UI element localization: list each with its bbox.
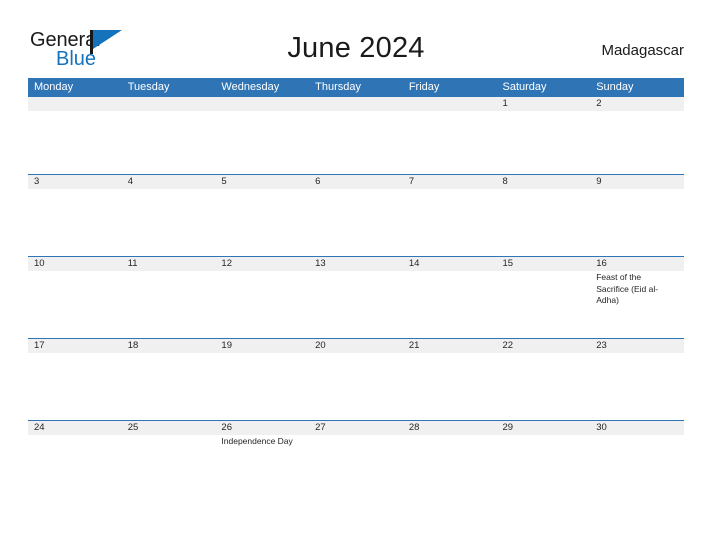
day-number[interactable]: 2 bbox=[590, 97, 684, 111]
day-number[interactable]: 26 bbox=[215, 421, 309, 435]
day-number[interactable]: 29 bbox=[497, 421, 591, 435]
day-number-band: 17 18 19 20 21 22 23 bbox=[28, 339, 684, 353]
weekday-sunday: Sunday bbox=[596, 81, 634, 93]
day-number[interactable]: 12 bbox=[215, 257, 309, 271]
weekday-tuesday: Tuesday bbox=[127, 81, 170, 93]
day-number[interactable]: 21 bbox=[403, 339, 497, 353]
event-band bbox=[28, 189, 684, 256]
day-number[interactable]: 6 bbox=[309, 175, 403, 189]
week-row: 3 4 5 6 7 8 9 bbox=[28, 174, 684, 256]
day-event bbox=[309, 271, 403, 338]
day-number[interactable]: 3 bbox=[28, 175, 122, 189]
event-band: Feast of the Sacrifice (Eid al-Adha) bbox=[28, 271, 684, 338]
day-number[interactable]: 13 bbox=[309, 257, 403, 271]
day-number[interactable]: 30 bbox=[590, 421, 684, 435]
day-event bbox=[403, 189, 497, 256]
day-number[interactable]: 24 bbox=[28, 421, 122, 435]
event-band: Independence Day bbox=[28, 435, 684, 461]
day-number[interactable]: 17 bbox=[28, 339, 122, 353]
day-event bbox=[590, 435, 684, 461]
day-number[interactable]: 23 bbox=[590, 339, 684, 353]
weekday-monday: Monday bbox=[34, 81, 74, 93]
day-event bbox=[497, 435, 591, 461]
day-number[interactable] bbox=[309, 97, 403, 111]
day-number-band: 24 25 26 27 28 29 30 bbox=[28, 421, 684, 435]
day-number[interactable]: 18 bbox=[122, 339, 216, 353]
day-event bbox=[590, 189, 684, 256]
event-band bbox=[28, 111, 684, 174]
day-event-independence-day: Independence Day bbox=[221, 436, 293, 446]
day-event bbox=[497, 353, 591, 420]
page-header: General Blue June 2024 Madagascar bbox=[0, 0, 712, 75]
day-number[interactable]: 7 bbox=[403, 175, 497, 189]
weekday-wednesday: Wednesday bbox=[221, 81, 280, 93]
day-event bbox=[590, 111, 684, 174]
day-number[interactable]: 8 bbox=[497, 175, 591, 189]
weekday-header-row: Monday Tuesday Wednesday Thursday Friday… bbox=[28, 78, 684, 96]
day-number[interactable]: 22 bbox=[497, 339, 591, 353]
day-number[interactable]: 16 bbox=[590, 257, 684, 271]
day-event bbox=[28, 111, 122, 174]
country-label: Madagascar bbox=[601, 42, 684, 59]
day-event bbox=[215, 111, 309, 174]
day-event bbox=[215, 189, 309, 256]
day-event-eid-al-adha: Feast of the Sacrifice (Eid al-Adha) bbox=[596, 272, 659, 305]
day-event bbox=[28, 353, 122, 420]
day-number[interactable]: 27 bbox=[309, 421, 403, 435]
day-event bbox=[28, 189, 122, 256]
week-row: 24 25 26 27 28 29 30 Independence Day bbox=[28, 420, 684, 461]
day-number[interactable]: 19 bbox=[215, 339, 309, 353]
day-number[interactable] bbox=[28, 97, 122, 111]
calendar-grid: Monday Tuesday Wednesday Thursday Friday… bbox=[28, 78, 684, 461]
day-event bbox=[215, 271, 309, 338]
day-number[interactable]: 25 bbox=[122, 421, 216, 435]
day-event bbox=[403, 353, 497, 420]
day-event bbox=[403, 111, 497, 174]
day-number-band: 3 4 5 6 7 8 9 bbox=[28, 175, 684, 189]
day-number[interactable]: 14 bbox=[403, 257, 497, 271]
week-row: 17 18 19 20 21 22 23 bbox=[28, 338, 684, 420]
day-event bbox=[309, 435, 403, 461]
day-event bbox=[122, 435, 216, 461]
day-number[interactable]: 20 bbox=[309, 339, 403, 353]
weekday-friday: Friday bbox=[408, 81, 440, 93]
day-number[interactable]: 5 bbox=[215, 175, 309, 189]
day-number[interactable] bbox=[403, 97, 497, 111]
day-event bbox=[309, 111, 403, 174]
day-event bbox=[122, 111, 216, 174]
day-number[interactable]: 28 bbox=[403, 421, 497, 435]
day-number[interactable] bbox=[215, 97, 309, 111]
day-event bbox=[590, 353, 684, 420]
day-event bbox=[215, 353, 309, 420]
week-row: 10 11 12 13 14 15 16 Feast of the Sacrif… bbox=[28, 256, 684, 338]
day-event bbox=[497, 111, 591, 174]
day-number[interactable]: 11 bbox=[122, 257, 216, 271]
day-number[interactable]: 4 bbox=[122, 175, 216, 189]
day-event bbox=[497, 271, 591, 338]
day-number[interactable] bbox=[122, 97, 216, 111]
day-event bbox=[122, 353, 216, 420]
event-band bbox=[28, 353, 684, 420]
day-number[interactable]: 15 bbox=[497, 257, 591, 271]
day-event bbox=[309, 189, 403, 256]
day-event bbox=[403, 271, 497, 338]
weekday-saturday: Saturday bbox=[502, 81, 547, 93]
day-event bbox=[28, 435, 122, 461]
day-number[interactable]: 1 bbox=[497, 97, 591, 111]
day-event bbox=[122, 271, 216, 338]
week-row: 1 2 bbox=[28, 96, 684, 174]
day-number-band: 1 2 bbox=[28, 97, 684, 111]
day-number[interactable]: 9 bbox=[590, 175, 684, 189]
day-number-band: 10 11 12 13 14 15 16 bbox=[28, 257, 684, 271]
day-event bbox=[497, 189, 591, 256]
weekday-thursday: Thursday bbox=[315, 81, 361, 93]
day-event bbox=[122, 189, 216, 256]
calendar-page: General Blue June 2024 Madagascar Monday… bbox=[0, 0, 712, 550]
day-event bbox=[28, 271, 122, 338]
day-event bbox=[309, 353, 403, 420]
day-number[interactable]: 10 bbox=[28, 257, 122, 271]
day-event bbox=[403, 435, 497, 461]
